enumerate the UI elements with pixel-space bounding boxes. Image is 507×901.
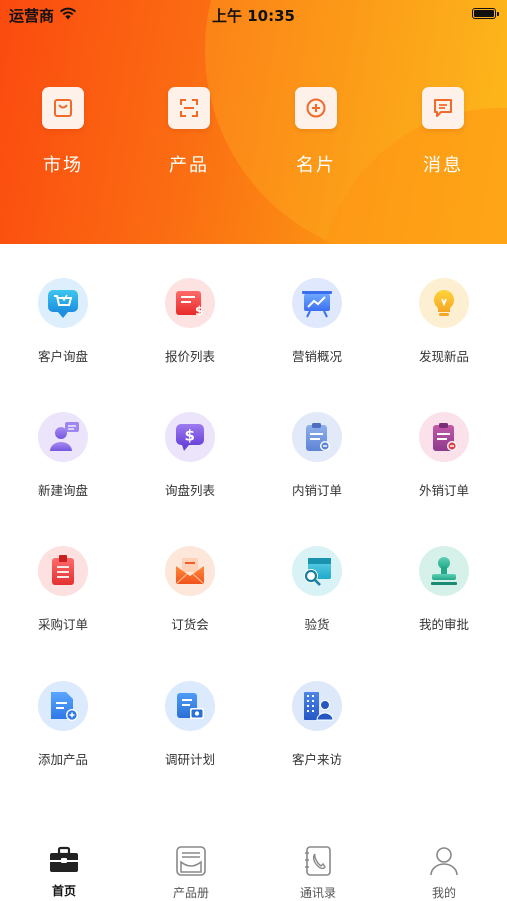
dollar-chat-icon: $ <box>165 412 215 462</box>
quick-action-label: 名片 <box>296 155 336 176</box>
grid-item-label: 外销订单 <box>418 483 469 498</box>
quick-action-label: 产品 <box>169 155 209 176</box>
shopping-bag-icon <box>42 87 84 129</box>
plus-circle-icon <box>295 87 337 129</box>
person-icon <box>404 846 484 880</box>
quick-action-label: 市场 <box>43 155 83 176</box>
grid-item-my-approval[interactable]: 我的审批 <box>389 546 499 633</box>
price-list-icon: $ <box>165 278 215 328</box>
grid-item-discover-new[interactable]: 发现新品 <box>389 278 499 365</box>
grid-item-label: 客户来访 <box>291 752 342 767</box>
tab-me[interactable]: 我的 <box>404 846 484 901</box>
grid-item-export-order[interactable]: 外销订单 <box>389 412 499 499</box>
cart-bubble-icon <box>38 278 88 328</box>
inspect-box-icon <box>292 546 342 596</box>
grid-item-customer-inquiry[interactable]: 客户询盘 <box>8 278 118 365</box>
grid-item-marketing-overview[interactable]: 营销概况 <box>262 278 372 365</box>
grid-item-label: 询盘列表 <box>164 483 215 498</box>
grid-item-label: 我的审批 <box>418 617 469 632</box>
status-bar: 运营商 上午 10:35 <box>0 0 507 28</box>
grid-item-label: 发现新品 <box>418 349 469 364</box>
grid-item-inspection[interactable]: 验货 <box>262 546 372 633</box>
quick-action-market[interactable]: 市场 <box>13 87 113 177</box>
briefcase-icon <box>24 846 104 878</box>
grid-item-label: 新建询盘 <box>37 483 88 498</box>
grid-item-label: 验货 <box>304 617 330 632</box>
tab-label: 我的 <box>431 886 456 900</box>
quick-action-message[interactable]: 消息 <box>393 87 493 177</box>
grid-item-customer-visit[interactable]: 客户来访 <box>262 681 372 768</box>
tab-home[interactable]: 首页 <box>24 846 104 899</box>
visitor-building-icon <box>292 681 342 731</box>
grid-item-label: 添加产品 <box>37 752 88 767</box>
tab-contacts[interactable]: 通讯录 <box>278 846 358 901</box>
lightbulb-icon <box>419 278 469 328</box>
quick-action-label: 消息 <box>423 155 463 176</box>
grid-item-label: 内销订单 <box>291 483 342 498</box>
stamp-icon <box>419 546 469 596</box>
status-time: 上午 10:35 <box>212 7 295 25</box>
tab-catalog[interactable]: 产品册 <box>151 846 231 901</box>
grid-item-research-plan[interactable]: 调研计划 <box>135 681 245 768</box>
grid-item-label: 调研计划 <box>164 752 215 767</box>
grid-item-add-product[interactable]: 添加产品 <box>8 681 118 768</box>
tab-label: 产品册 <box>172 886 209 900</box>
grid-item-label: 采购订单 <box>37 617 88 632</box>
catalog-icon <box>151 846 231 880</box>
bottom-tab-bar: 首页 产品册 通讯录 我的 <box>0 832 507 900</box>
purchase-list-icon <box>38 546 88 596</box>
quick-action-product[interactable]: 产品 <box>139 87 239 177</box>
grid-item-quote-list[interactable]: $ 报价列表 <box>135 278 245 365</box>
grid-item-new-inquiry[interactable]: 新建询盘 <box>8 412 118 499</box>
grid-item-label: 营销概况 <box>291 349 342 364</box>
grid-item-label: 报价列表 <box>164 349 215 364</box>
research-plan-icon <box>165 681 215 731</box>
tab-label: 通讯录 <box>299 886 336 900</box>
message-icon <box>422 87 464 129</box>
quick-action-card[interactable]: 名片 <box>266 87 366 177</box>
add-document-icon <box>38 681 88 731</box>
scan-icon <box>168 87 210 129</box>
user-chat-icon <box>38 412 88 462</box>
battery-icon <box>472 8 499 19</box>
grid-item-inquiry-list[interactable]: $ 询盘列表 <box>135 412 245 499</box>
envelope-icon <box>165 546 215 596</box>
grid-item-label: 订货会 <box>171 617 209 632</box>
contacts-book-icon <box>278 846 358 880</box>
svg-text:$: $ <box>195 304 203 318</box>
clipboard-icon <box>419 412 469 462</box>
chart-board-icon <box>292 278 342 328</box>
grid-item-order-fair[interactable]: 订货会 <box>135 546 245 633</box>
grid-item-domestic-order[interactable]: 内销订单 <box>262 412 372 499</box>
clipboard-icon <box>292 412 342 462</box>
grid-item-purchase-order[interactable]: 采购订单 <box>8 546 118 633</box>
tab-label: 首页 <box>51 884 76 898</box>
grid-item-label: 客户询盘 <box>37 349 88 364</box>
header-banner: 运营商 上午 10:35 市场 产品 名片 消息 <box>0 0 507 244</box>
svg-text:$: $ <box>185 427 195 445</box>
